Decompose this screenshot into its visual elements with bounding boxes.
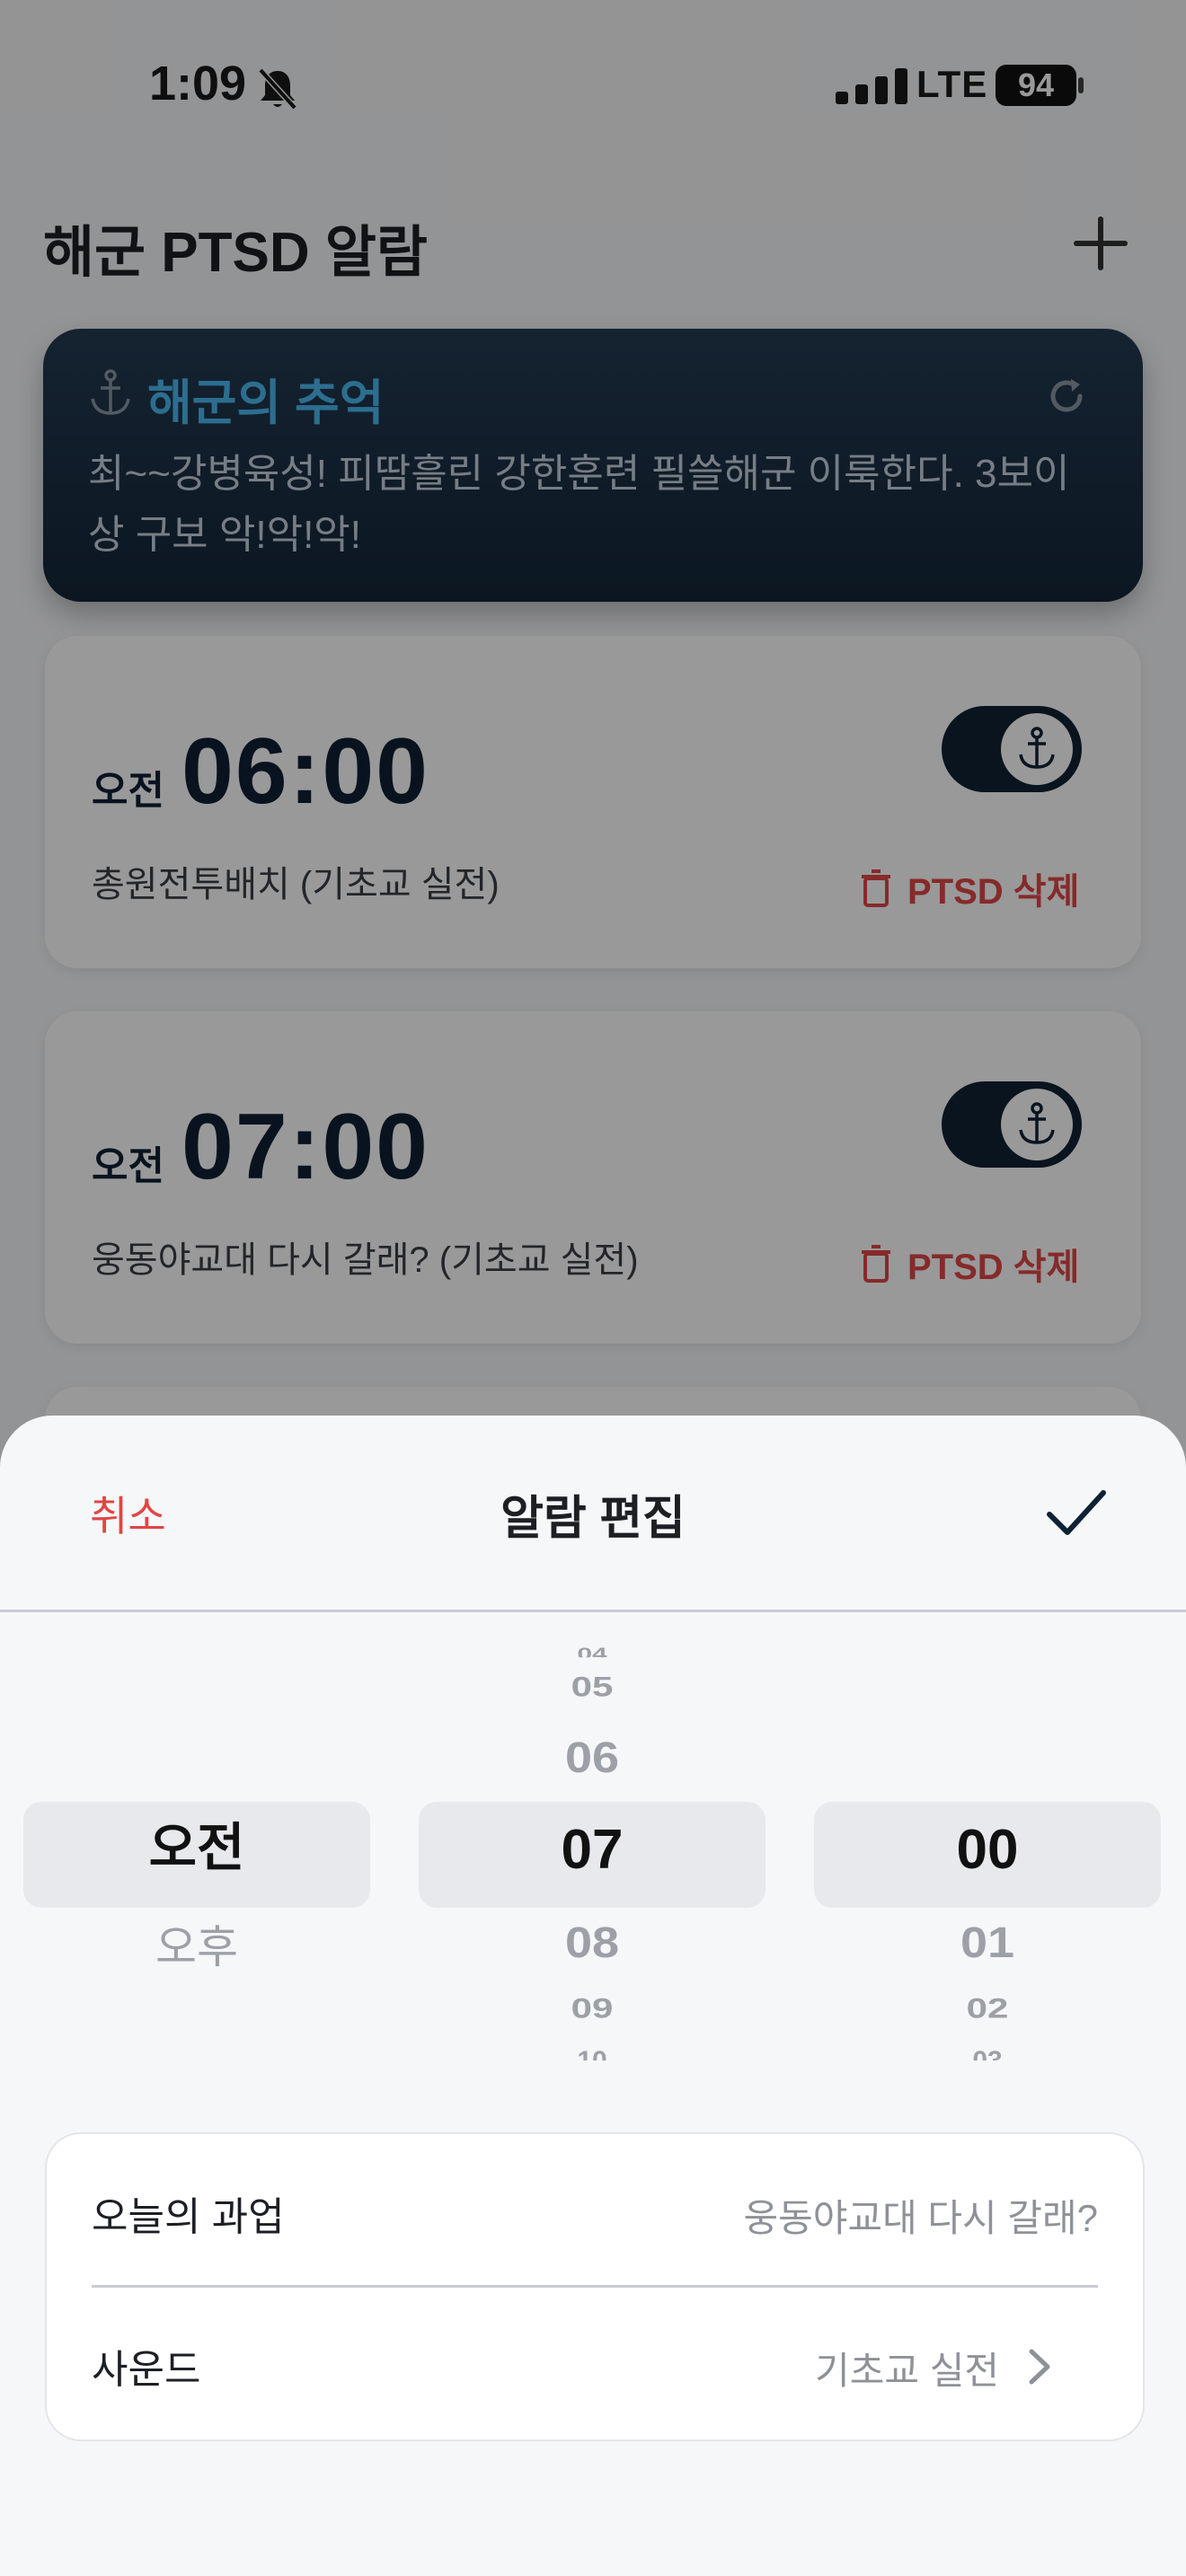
mission-row-label: 오늘의 과업: [92, 2195, 285, 2239]
chevron-right-icon[interactable]: [1026, 2346, 1053, 2387]
picker-hour-option[interactable]: 10: [419, 2046, 766, 2060]
picker-ampm-option[interactable]: 오후: [23, 1911, 370, 1976]
edit-alarm-sheet: 취소 알람 편집 오전 오후 04 05 06 07 08 09 10 00 0…: [0, 1416, 1186, 2576]
picker-hour-option[interactable]: 05: [419, 1671, 766, 1703]
picker-minute-option[interactable]: 02: [814, 1992, 1161, 2025]
mission-input[interactable]: 웅동야교대 다시 갈래?: [744, 2188, 1098, 2243]
picker-hour-option[interactable]: 07: [419, 1818, 766, 1882]
alarm-settings-group: 오늘의 과업 웅동야교대 다시 갈래? 사운드 기초교 실전: [45, 2132, 1145, 2441]
picker-minute-option[interactable]: 00: [814, 1818, 1161, 1882]
picker-hour-option[interactable]: 04: [419, 1645, 766, 1657]
picker-hour-option[interactable]: 06: [419, 1733, 766, 1783]
sound-value[interactable]: 기초교 실전: [815, 2341, 999, 2395]
picker-hour-option[interactable]: 09: [419, 1992, 766, 2025]
row-divider: [92, 2285, 1098, 2288]
picker-minute-option[interactable]: 03: [814, 2046, 1161, 2060]
sheet-title: 알람 편집: [500, 1493, 686, 1545]
picker-hour-option[interactable]: 08: [419, 1918, 766, 1968]
check-icon[interactable]: [1042, 1480, 1111, 1543]
sound-row-label: 사운드: [92, 2348, 201, 2392]
sheet-divider: [0, 1610, 1186, 1612]
picker-minute-option[interactable]: 01: [814, 1918, 1161, 1968]
picker-ampm-option[interactable]: 오전: [23, 1805, 370, 1881]
